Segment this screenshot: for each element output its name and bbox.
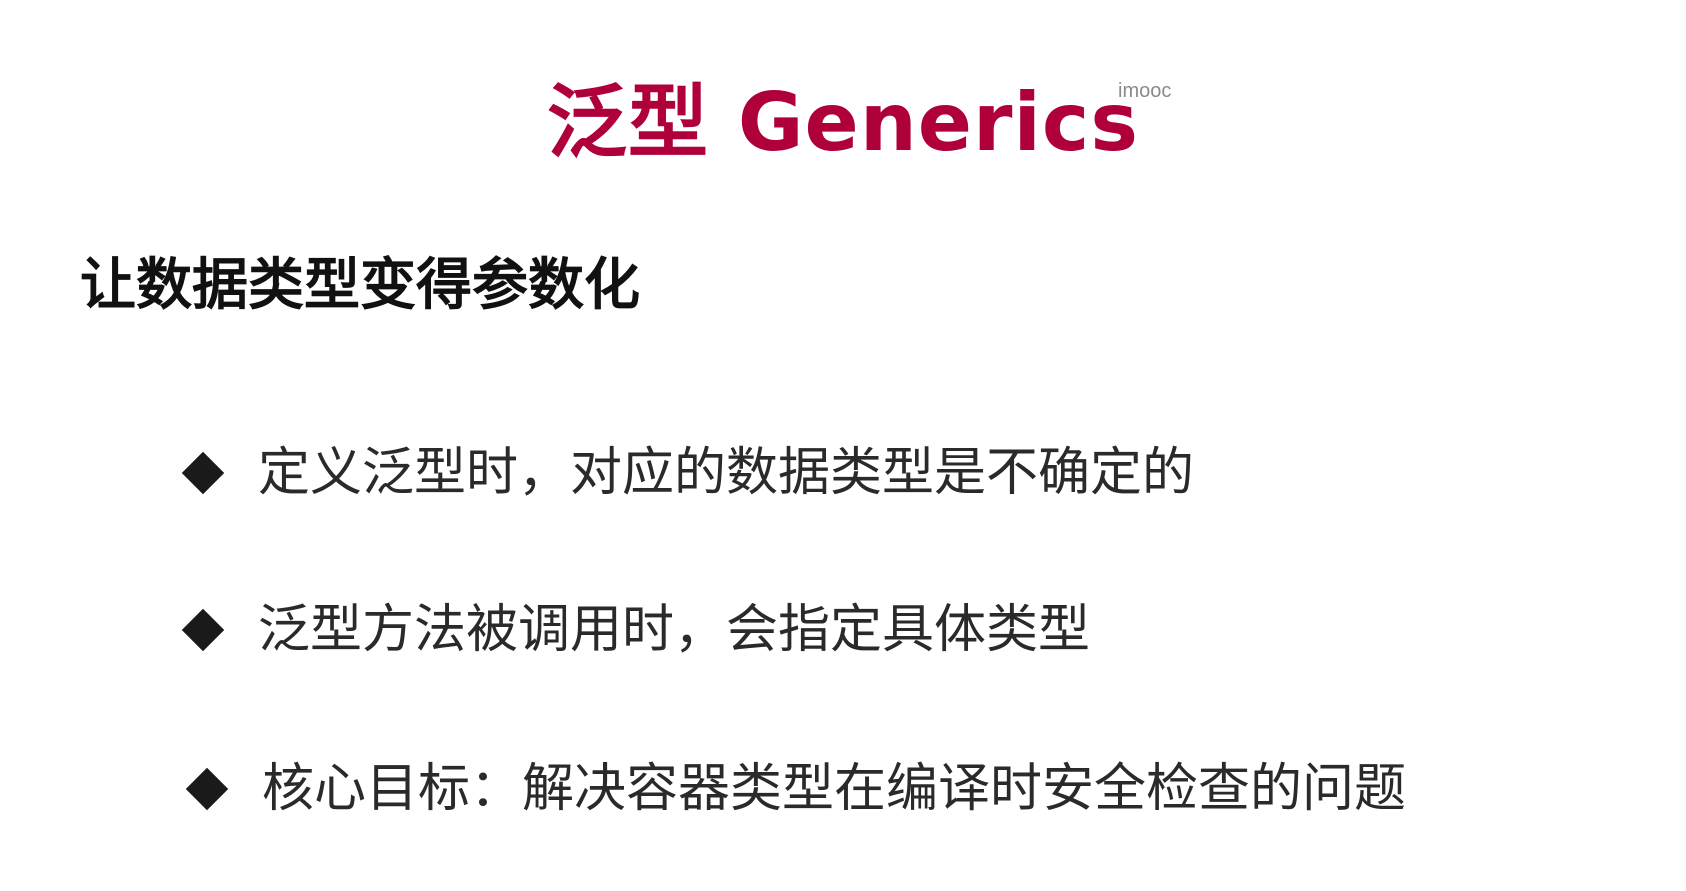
bullet-list: 定义泛型时，对应的数据类型是不确定的 泛型方法被调用时，会指定具体类型 核心目标…	[0, 0, 1686, 891]
diamond-bullet-icon	[181, 608, 225, 652]
slide: 泛型 Generics imooc 让数据类型变得参数化 定义泛型时，对应的数据…	[0, 0, 1686, 891]
bullet-item: 泛型方法被调用时，会指定具体类型	[181, 595, 1091, 665]
bullet-text: 泛型方法被调用时，会指定具体类型	[258, 600, 1091, 660]
bullet-item: 定义泛型时，对应的数据类型是不确定的	[181, 438, 1195, 508]
bullet-text: 核心目标：解决容器类型在编译时安全检查的问题	[262, 759, 1407, 819]
diamond-bullet-icon	[185, 767, 229, 811]
bullet-item: 核心目标：解决容器类型在编译时安全检查的问题	[185, 754, 1407, 824]
diamond-bullet-icon	[181, 451, 225, 495]
bullet-text: 定义泛型时，对应的数据类型是不确定的	[258, 443, 1195, 503]
